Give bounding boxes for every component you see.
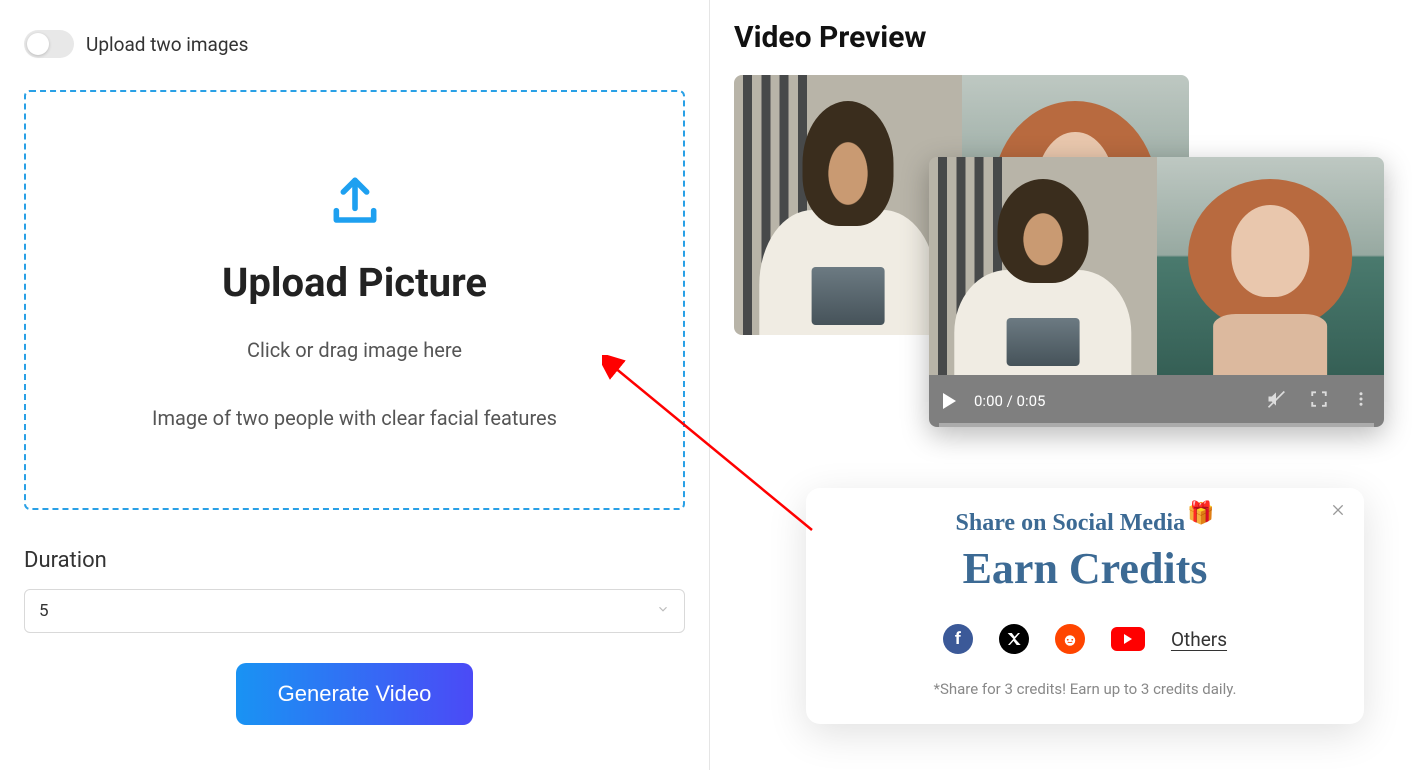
toggle-knob [27,33,49,55]
generate-video-button[interactable]: Generate Video [236,663,474,725]
fullscreen-icon[interactable] [1310,390,1328,412]
duration-label: Duration [24,548,685,573]
close-icon[interactable] [1330,502,1346,523]
x-twitter-icon[interactable] [999,624,1029,654]
upload-title: Upload Picture [222,259,487,306]
video-controls-bar: 0:00 / 0:05 [929,375,1384,427]
reddit-icon[interactable] [1055,624,1085,654]
share-note: *Share for 3 credits! Earn up to 3 credi… [834,680,1336,698]
more-icon[interactable] [1352,390,1370,412]
upload-two-images-toggle[interactable] [24,30,74,58]
preview-stack: 0:00 / 0:05 [734,75,1388,445]
duration-select[interactable]: 5 [24,589,685,633]
preview-photo-person-1 [734,75,962,335]
others-link[interactable]: Others [1171,628,1227,651]
upload-two-images-label: Upload two images [86,33,248,56]
video-frame-person-2 [1157,157,1385,375]
share-subtitle: Earn Credits [834,543,1336,594]
preview-video-player[interactable]: 0:00 / 0:05 [929,157,1384,427]
duration-value: 5 [39,601,49,621]
mute-icon[interactable] [1266,389,1286,413]
upload-subtitle-1: Click or drag image here [247,338,462,362]
video-progress-bar[interactable] [939,423,1374,427]
share-title: Share on Social Media 🎁 [956,510,1215,537]
social-icons-row: f Others [834,624,1336,654]
video-frame-person-1 [929,157,1157,375]
share-title-text: Share on Social Media [956,510,1186,537]
youtube-icon[interactable] [1111,627,1145,651]
upload-two-images-row: Upload two images [24,30,685,58]
left-panel: Upload two images Upload Picture Click o… [0,0,710,770]
share-card: Share on Social Media 🎁 Earn Credits f O… [806,488,1364,724]
facebook-icon[interactable]: f [943,624,973,654]
video-preview-title: Video Preview [734,20,1388,55]
upload-subtitle-2: Image of two people with clear facial fe… [152,406,557,430]
gift-icon: 🎁 [1187,500,1214,526]
upload-dropzone[interactable]: Upload Picture Click or drag image here … [24,90,685,510]
upload-icon [327,171,383,231]
video-time-display: 0:00 / 0:05 [974,392,1045,410]
chevron-down-icon [656,601,670,621]
play-icon[interactable] [943,393,956,409]
